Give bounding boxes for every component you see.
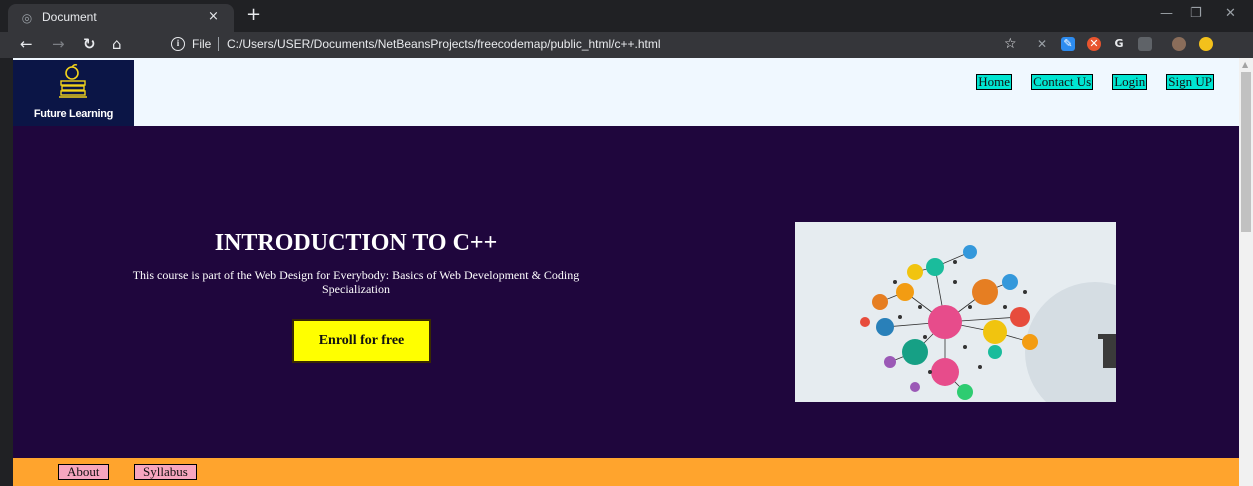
enroll-button[interactable]: Enroll for free <box>292 319 431 363</box>
address-prefix: File <box>192 37 212 51</box>
extension-grey-icon[interactable] <box>1138 37 1152 51</box>
info-icon[interactable]: i <box>171 37 185 51</box>
scroll-up-icon[interactable]: ▲ <box>1242 60 1248 69</box>
tab-about[interactable]: About <box>58 464 109 480</box>
forward-icon[interactable]: → <box>52 35 65 53</box>
browser-tab[interactable]: ◎ Document × <box>8 4 234 32</box>
extension-g-icon[interactable]: G <box>1112 37 1126 51</box>
browser-tabstrip: ◎ Document × + — ❐ ✕ <box>0 0 1253 32</box>
logo-text: Future Learning <box>33 108 114 120</box>
minimize-button[interactable]: — <box>1160 6 1173 21</box>
nav-home[interactable]: Home <box>976 74 1013 90</box>
extension-orange-icon[interactable]: ✕ <box>1087 37 1101 51</box>
extension-blue-icon[interactable]: ✎ <box>1061 37 1075 51</box>
nav-sign-up[interactable]: Sign UP <box>1166 74 1214 90</box>
address-separator <box>218 37 219 51</box>
hero-section: INTRODUCTION TO C++ This course is part … <box>13 126 1239 458</box>
page-scrollbar[interactable]: ▲ <box>1239 58 1253 486</box>
globe-icon: ◎ <box>21 11 33 25</box>
restore-button[interactable]: ❐ <box>1190 6 1202 21</box>
extension-x-icon[interactable]: ✕ <box>1035 37 1049 51</box>
nav-contact-us[interactable]: Contact Us <box>1031 74 1094 90</box>
nav-login[interactable]: Login <box>1112 74 1148 90</box>
network-illustration <box>795 222 1116 402</box>
technology-network-image <box>795 222 1116 402</box>
back-icon[interactable]: ← <box>20 35 33 53</box>
apple-books-logo-icon <box>59 64 87 98</box>
site-logo[interactable]: Future Learning <box>13 60 134 126</box>
close-tab-icon[interactable]: × <box>208 9 219 24</box>
site-nav: Home Contact Us Login Sign UP <box>957 74 1214 90</box>
extension-yellow-icon[interactable] <box>1199 37 1213 51</box>
browser-toolbar: ← → ↻ ⌂ i File C:/Users/USER/Documents/N… <box>0 32 1253 58</box>
home-icon[interactable]: ⌂ <box>112 35 122 53</box>
new-tab-button[interactable]: + <box>246 6 261 24</box>
page-viewport: Future Learning Home Contact Us Login Si… <box>13 58 1239 486</box>
bookmark-star-icon[interactable]: ☆ <box>1004 35 1017 53</box>
site-header: Future Learning Home Contact Us Login Si… <box>13 58 1239 126</box>
tab-syllabus[interactable]: Syllabus <box>134 464 197 480</box>
course-title: INTRODUCTION TO C++ <box>214 230 498 256</box>
tab-title: Document <box>42 10 97 24</box>
course-subtitle: This course is part of the Web Design fo… <box>132 268 580 296</box>
address-bar[interactable]: C:/Users/USER/Documents/NetBeansProjects… <box>227 37 661 51</box>
profile-avatar[interactable] <box>1172 37 1186 51</box>
scroll-thumb[interactable] <box>1241 72 1251 232</box>
window-close-button[interactable]: ✕ <box>1225 6 1236 21</box>
reload-icon[interactable]: ↻ <box>83 35 96 53</box>
section-tabs-bar: About Syllabus <box>13 458 1239 486</box>
